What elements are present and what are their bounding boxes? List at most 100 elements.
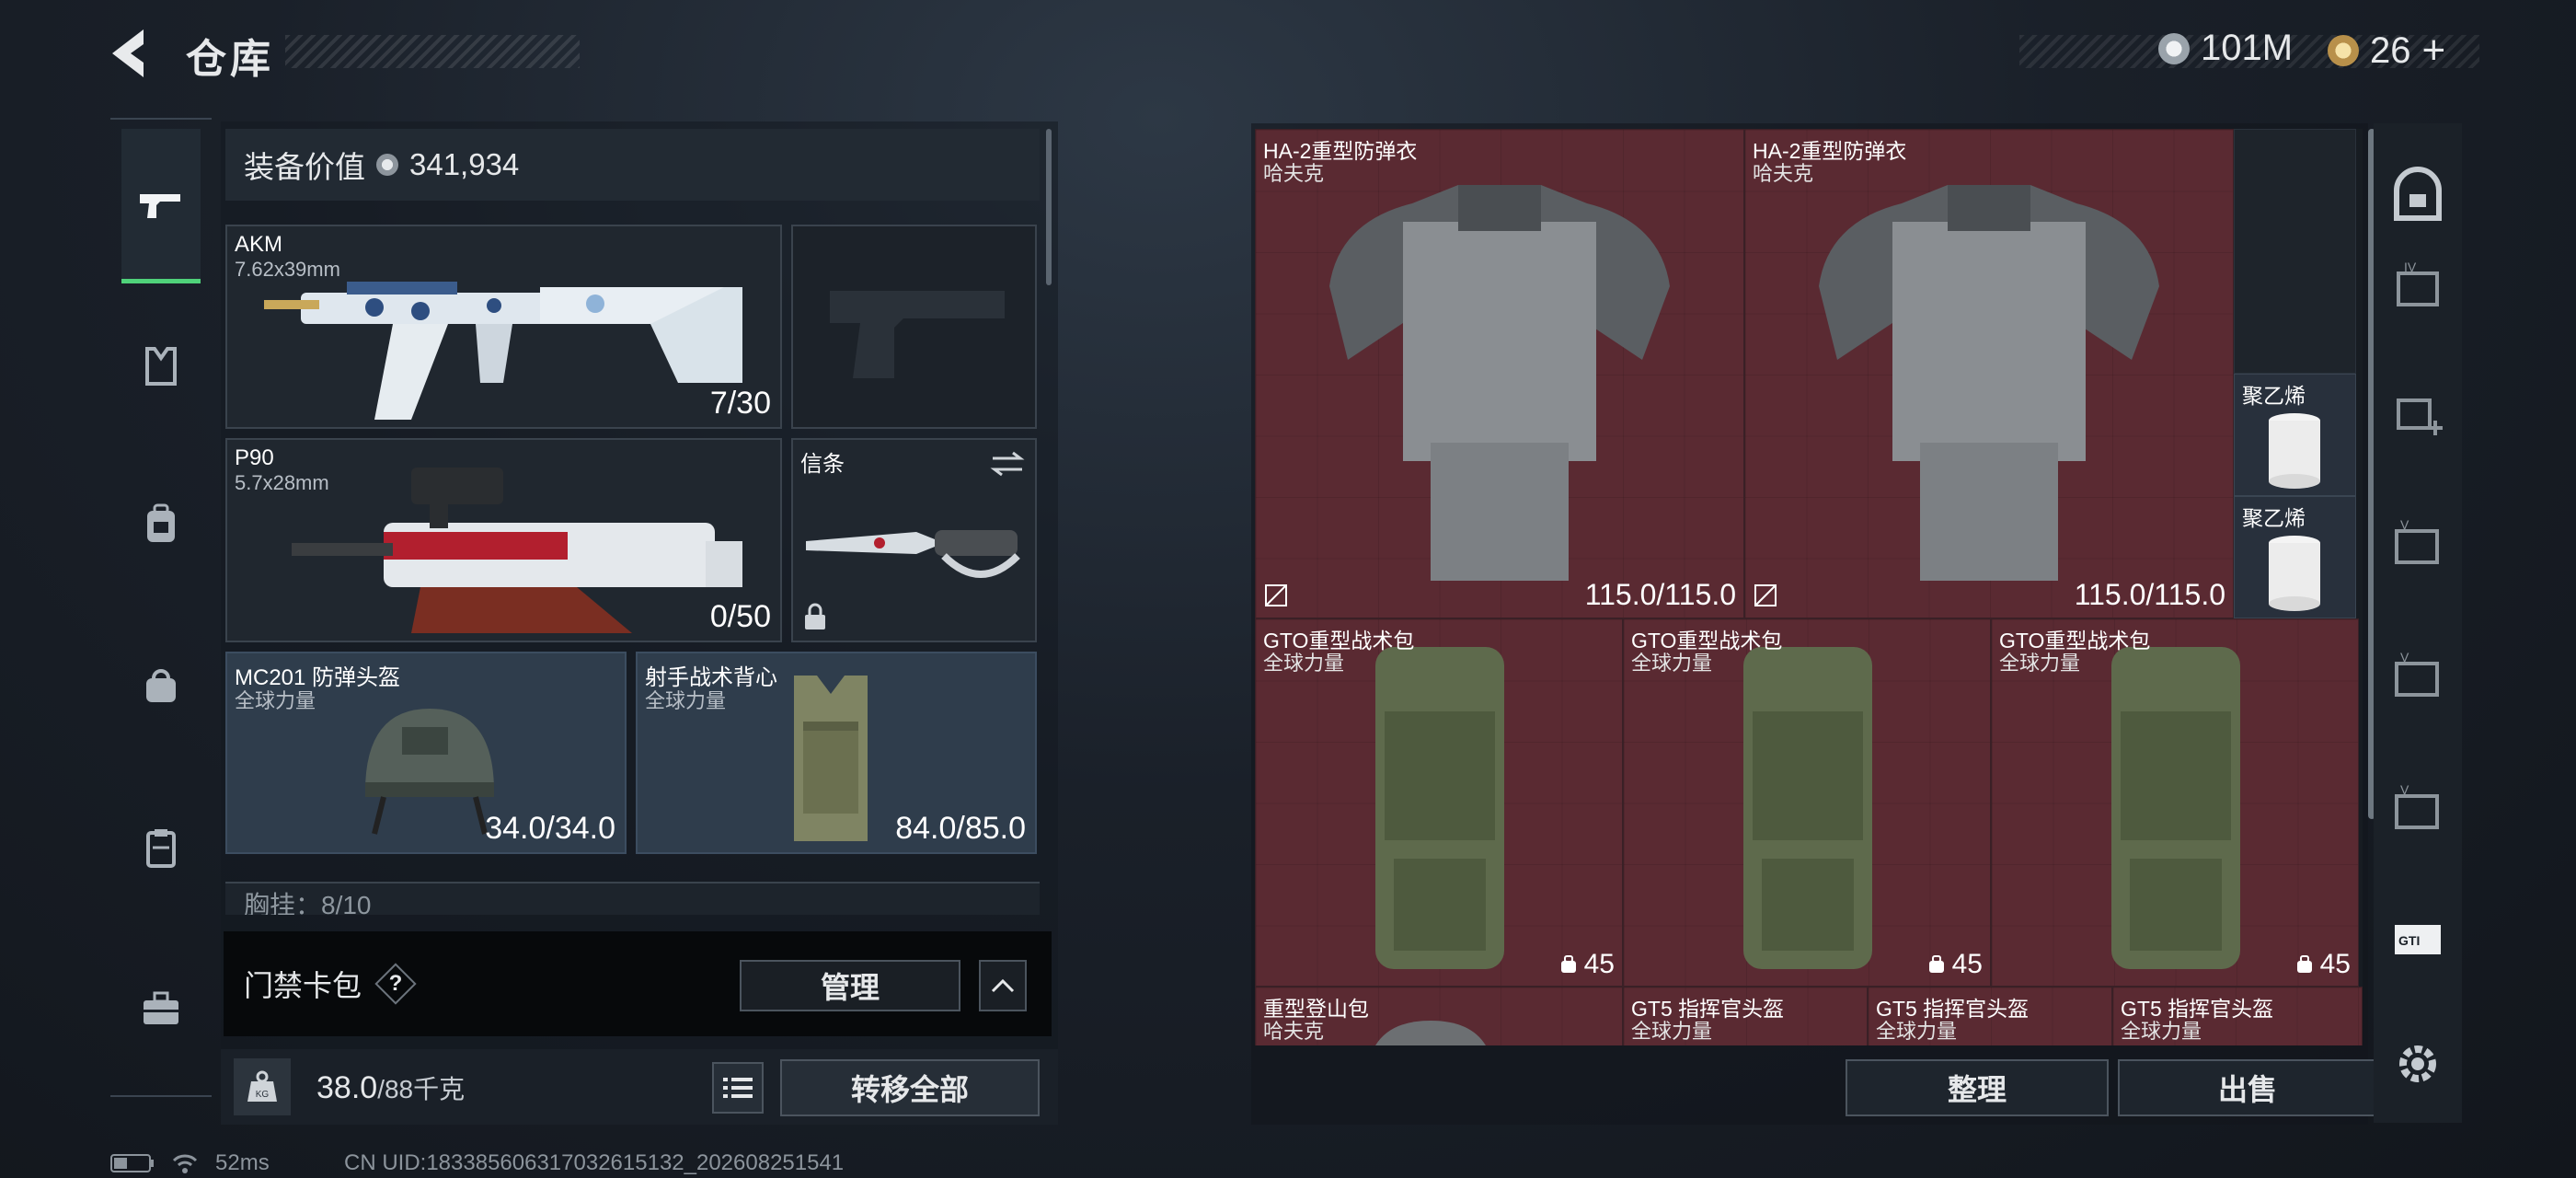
vest-image — [794, 676, 868, 841]
slot-vest-brand: 全球力量 — [645, 689, 727, 712]
slot-weapon-name: AKM — [235, 232, 283, 257]
grid-item-capacity: 45 — [2294, 949, 2351, 980]
safe-icon — [2394, 167, 2442, 221]
storage-v-icon: V — [2395, 517, 2439, 564]
slot-weapon-caliber: 5.7x28mm — [235, 471, 329, 494]
backpack-image — [1375, 1021, 1486, 1045]
settings-icon — [2399, 1045, 2436, 1082]
silver-coin-icon — [2158, 32, 2190, 64]
sell-button[interactable]: 出售 — [2118, 1059, 2377, 1116]
grid-item-polyethylene[interactable]: 聚乙烯 — [2234, 374, 2356, 496]
toolbox-icon — [144, 991, 178, 1024]
rail-tab-weapons[interactable] — [121, 129, 201, 283]
grid-item-backpack[interactable]: GTO重型战术包 全球力量 45 — [1255, 618, 1623, 987]
backpack-image — [1743, 647, 1872, 969]
grid-item-durability: 115.0/115.0 — [1584, 578, 1736, 611]
bag-capacity-icon — [1560, 955, 1576, 973]
backpack-image — [1375, 647, 1504, 969]
no-insure-icon — [1265, 584, 1287, 606]
grid-item-polyethylene[interactable]: 聚乙烯 — [2234, 496, 2356, 618]
rail-divider-bottom — [110, 1095, 212, 1097]
rail-divider-top — [110, 118, 212, 120]
currency-silver[interactable]: 101M — [2158, 28, 2293, 69]
collapse-button[interactable] — [979, 960, 1027, 1011]
rail-tab-storage-v2[interactable]: V — [2383, 641, 2453, 710]
list-view-button[interactable] — [712, 1062, 764, 1114]
grid-item-armor[interactable]: HA-2重型防弹衣 哈夫克 115.0/115.0 — [1744, 129, 2234, 618]
slot-melee[interactable]: 信条 — [791, 438, 1037, 642]
slot-weapon-ammo: 7/30 — [709, 386, 771, 421]
svg-text:V: V — [2400, 650, 2409, 664]
grid-item-brand: 哈夫克 — [1753, 162, 1814, 185]
slot-weapon-name: P90 — [235, 445, 274, 470]
rail-tab-storage-v1[interactable]: V — [2383, 508, 2453, 578]
grid-item-brand: 全球力量 — [1631, 1020, 1713, 1043]
grid-item-backpack[interactable]: 重型登山包 哈夫克 — [1255, 987, 1623, 1045]
weight-readout: 38.0/88千克 — [316, 1069, 465, 1106]
back-button[interactable] — [103, 24, 158, 83]
rail-tab-pouch[interactable] — [121, 641, 201, 733]
grid-item-backpack[interactable]: GTO重型战术包 全球力量 45 — [1623, 618, 1991, 987]
grid-item-brand: 全球力量 — [1631, 652, 1713, 675]
rail-tab-gti[interactable]: GTI — [2383, 906, 2453, 976]
knife-image — [806, 530, 1020, 578]
storage-grid[interactable]: HA-2重型防弹衣 哈夫克 115.0/115.0 HA-2重型防弹衣 哈夫克 … — [1255, 129, 2363, 1045]
slot-melee-name: 信条 — [800, 452, 845, 477]
grid-item-backpack[interactable]: GTO重型战术包 全球力量 45 — [1991, 618, 2359, 987]
grid-item-brand: 全球力量 — [1876, 1020, 1958, 1043]
sort-button[interactable]: 整理 — [1846, 1059, 2109, 1116]
rail-tab-storage-iv[interactable]: IV — [2383, 250, 2453, 320]
slot-helmet[interactable]: MC201 防弹头盔 全球力量 34.0/34.0 — [225, 652, 627, 854]
gti-icon: GTI — [2395, 925, 2441, 954]
slot-vest-durability: 84.0/85.0 — [895, 811, 1026, 846]
equipment-value: 341,934 — [409, 147, 520, 181]
equipment-value-label: 装备价值 — [244, 150, 365, 184]
rail-tab-storage-add[interactable] — [2383, 377, 2453, 447]
slot-primary-weapon[interactable]: AKM 7.62x39mm 7/30 — [225, 225, 782, 429]
swap-icon[interactable] — [989, 449, 1026, 479]
ping-value: 52ms — [215, 1150, 270, 1175]
slot-chest-rig[interactable]: 射手战术背心 全球力量 84.0/85.0 — [636, 652, 1037, 854]
grid-item-helmet[interactable]: GT5 指挥官头盔 全球力量 — [1868, 987, 2112, 1045]
storage-v2-icon: V — [2395, 650, 2439, 697]
chevron-up-icon — [991, 978, 1015, 993]
grid-item-helmet[interactable]: GT5 指挥官头盔 全球力量 — [1623, 987, 1868, 1045]
armor-image — [1329, 185, 1670, 581]
rail-tab-vest[interactable] — [121, 320, 201, 412]
grid-item-capacity: 45 — [1926, 949, 1983, 980]
grid-empty-cell[interactable] — [2234, 129, 2356, 374]
grid-item-brand: 全球力量 — [1999, 652, 2081, 675]
slot-helmet-brand: 全球力量 — [235, 689, 316, 712]
grid-item-name: 聚乙烯 — [2242, 506, 2306, 530]
settings-button[interactable] — [2383, 1029, 2453, 1099]
keycard-bag-label: 门禁卡包 — [244, 969, 362, 1002]
spool-image — [2269, 413, 2320, 489]
backpack-icon — [147, 503, 175, 542]
grid-item-armor[interactable]: HA-2重型防弹衣 哈夫克 115.0/115.0 — [1255, 129, 1744, 618]
no-insure-icon — [1754, 584, 1777, 606]
manage-button[interactable]: 管理 — [740, 960, 960, 1011]
page-title: 仓库 — [186, 37, 274, 82]
rail-tab-safe[interactable] — [2383, 160, 2453, 230]
transfer-all-button[interactable]: 转移全部 — [780, 1059, 1040, 1116]
currency-gold[interactable]: 26 + — [2328, 28, 2445, 74]
slot-secondary-weapon[interactable]: P90 5.7x28mm 0/50 — [225, 438, 782, 642]
slot-pistol-empty[interactable] — [791, 225, 1037, 429]
wifi-icon — [172, 1154, 198, 1173]
equipment-scrollbar[interactable] — [1046, 129, 1052, 285]
svg-text:KG: KG — [256, 1090, 270, 1100]
rail-tab-storage-v3[interactable]: V — [2383, 773, 2453, 843]
armor-image — [1819, 185, 2159, 581]
grid-item-helmet[interactable]: GT5 指挥官头盔 全球力量 — [2112, 987, 2363, 1045]
p90-smg-image — [292, 468, 742, 633]
rail-tab-toolbox[interactable] — [121, 963, 201, 1055]
storage-iv-add-icon — [2397, 398, 2443, 435]
add-currency-button[interactable]: + — [2422, 28, 2446, 74]
vest-icon — [145, 347, 177, 386]
weight-icon: KG — [234, 1058, 291, 1115]
rail-tab-container[interactable] — [121, 803, 201, 895]
grid-item-name: 聚乙烯 — [2242, 384, 2306, 408]
rail-tab-backpack[interactable] — [121, 479, 201, 571]
storage-v3-icon: V — [2395, 782, 2439, 829]
help-icon[interactable]: ? — [376, 964, 415, 1003]
